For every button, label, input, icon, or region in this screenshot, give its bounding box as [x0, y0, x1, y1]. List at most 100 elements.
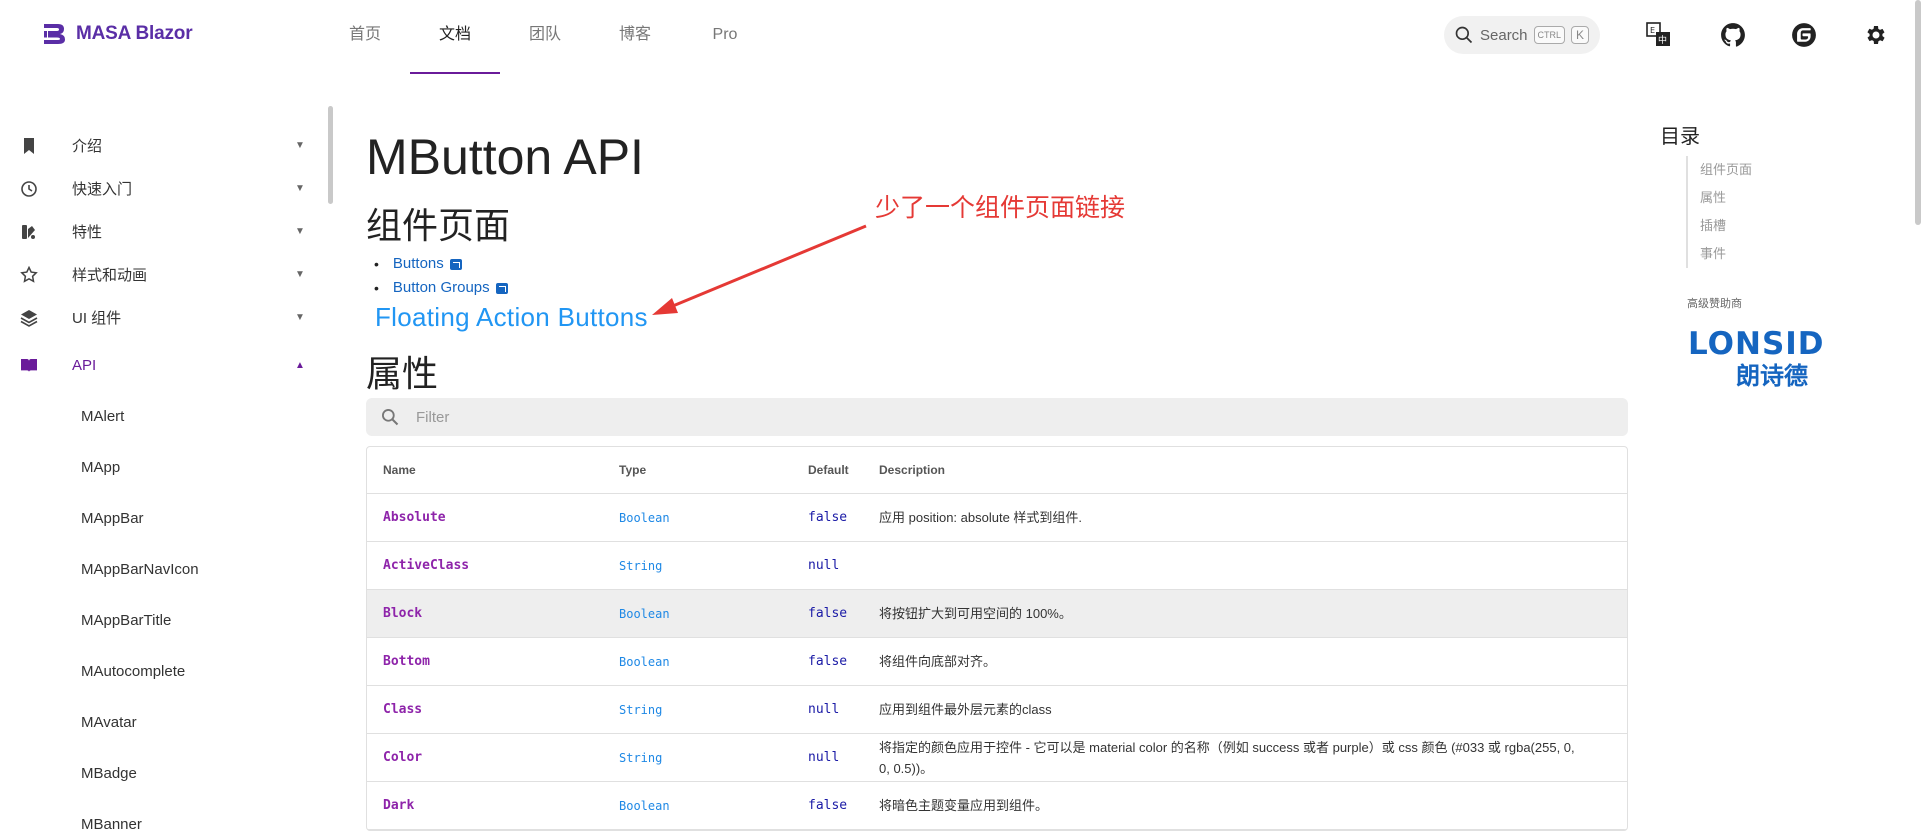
- prop-name: Block: [383, 606, 423, 621]
- main-nav: 首页 文档 团队 博客 Pro: [320, 0, 770, 76]
- link-button-groups[interactable]: Button Groups: [374, 276, 508, 300]
- external-link-icon: [495, 282, 508, 294]
- toc-item-slots[interactable]: 插槽: [1700, 212, 1752, 240]
- toc-item-events[interactable]: 事件: [1700, 240, 1752, 268]
- prop-name: Dark: [383, 798, 415, 813]
- chevron-down-icon: ▼: [295, 269, 305, 280]
- sidebar-subitem-mappbarnavicon[interactable]: MAppBarNavIcon: [0, 544, 330, 595]
- search-button[interactable]: Search CTRL K: [1444, 16, 1600, 54]
- header-description[interactable]: Description: [879, 463, 1627, 477]
- toc-item-props[interactable]: 属性: [1700, 184, 1752, 212]
- sidebar-item-label: 特性: [72, 224, 103, 241]
- sidebar-item-label: 样式和动画: [72, 267, 148, 284]
- sidebar-subitem-mbadge[interactable]: MBadge: [0, 748, 330, 799]
- prop-name: Color: [383, 750, 423, 765]
- table-row: ActiveClass String null: [367, 542, 1627, 590]
- prop-default: false: [808, 510, 848, 525]
- sidebar-item-intro[interactable]: 介绍 ▼: [0, 124, 330, 167]
- link-buttons[interactable]: Buttons: [374, 252, 508, 276]
- table-row: Bottom Boolean false 将组件向底部对齐。: [367, 638, 1627, 686]
- prop-name: Class: [383, 702, 423, 717]
- filter-input[interactable]: [416, 408, 1016, 426]
- sidebar-subitem-mbanner[interactable]: MBanner: [0, 799, 330, 837]
- search-icon: [1455, 26, 1473, 44]
- sidebar-subitem-mappbartitle[interactable]: MAppBarTitle: [0, 595, 330, 646]
- search-label: Search: [1480, 26, 1528, 44]
- nav-home[interactable]: 首页: [320, 0, 410, 74]
- sidebar-subitem-mappbar[interactable]: MAppBar: [0, 493, 330, 544]
- nav-docs[interactable]: 文档: [410, 0, 500, 74]
- nav-pro[interactable]: Pro: [680, 0, 770, 74]
- sidebar-subitem-mautocomplete[interactable]: MAutocomplete: [0, 646, 330, 697]
- prop-type: String: [619, 750, 663, 765]
- kbd-k: K: [1571, 26, 1590, 44]
- table-row: Block Boolean false 将按钮扩大到可用空间的 100%。: [367, 590, 1627, 638]
- table-row: Color String null 将指定的颜色应用于控件 - 它可以是 mat…: [367, 734, 1627, 782]
- layers-icon: [20, 309, 38, 327]
- sponsor-cn: 朗诗德: [1736, 362, 1808, 390]
- palette-icon: [22, 224, 35, 239]
- prop-type: Boolean: [619, 654, 670, 669]
- prop-type: Boolean: [619, 606, 670, 621]
- header-type[interactable]: Type: [619, 463, 808, 477]
- lonsid-logo-icon: LONSID 朗诗德: [1688, 326, 1825, 390]
- sidebar-subitem-mapp[interactable]: MApp: [0, 442, 330, 493]
- settings-icon[interactable]: [1860, 20, 1890, 50]
- nav-blog[interactable]: 博客: [590, 0, 680, 74]
- sidebar-item-styles[interactable]: 样式和动画 ▼: [0, 253, 330, 296]
- prop-description: 将按钮扩大到可用空间的 100%。: [879, 606, 1072, 621]
- translate-icon[interactable]: E中: [1644, 20, 1674, 50]
- chevron-up-icon: ▲: [295, 359, 305, 371]
- chevron-down-icon: ▼: [295, 140, 305, 151]
- gitee-icon[interactable]: [1789, 20, 1819, 50]
- top-app-bar: MASA Blazor 首页 文档 团队 博客 Pro Search CTRL …: [0, 0, 1921, 76]
- sponsor-name: LONSID: [1688, 326, 1825, 362]
- sidebar-scrollbar[interactable]: [328, 106, 333, 204]
- prop-description: 应用到组件最外层元素的class: [879, 702, 1052, 717]
- sidebar-subitem-mavatar[interactable]: MAvatar: [0, 697, 330, 748]
- search-icon: [382, 409, 399, 426]
- prop-description: 将指定的颜色应用于控件 - 它可以是 material color 的名称（例如…: [879, 739, 1575, 776]
- link-floating-action-buttons[interactable]: Floating Action Buttons: [375, 302, 648, 333]
- header-default[interactable]: Default: [808, 463, 879, 477]
- sidebar-item-ui-components[interactable]: UI 组件 ▼: [0, 296, 330, 339]
- table-row: Dark Boolean false 将暗色主题变量应用到组件。: [367, 782, 1627, 830]
- toc-list: 组件页面 属性 插槽 事件: [1686, 156, 1752, 268]
- link-label: Buttons: [392, 255, 444, 272]
- github-icon[interactable]: [1718, 20, 1748, 50]
- prop-name: Absolute: [383, 510, 446, 525]
- toc-title: 目录: [1660, 126, 1700, 148]
- masa-logo-icon: [44, 24, 65, 44]
- nav-team[interactable]: 团队: [500, 0, 590, 74]
- table-header: Name Type Default Description: [367, 447, 1627, 494]
- book-icon: [21, 359, 37, 372]
- chevron-down-icon: ▼: [295, 226, 305, 237]
- star-icon: [20, 265, 38, 283]
- sidebar-item-getting-started[interactable]: 快速入门 ▼: [0, 167, 330, 210]
- chevron-down-icon: ▼: [295, 312, 305, 323]
- sidebar-item-features[interactable]: 特性 ▼: [0, 210, 330, 253]
- prop-type: String: [619, 558, 663, 573]
- toc-item-pages[interactable]: 组件页面: [1700, 156, 1752, 184]
- sponsor-label: 高级赞助商: [1687, 298, 1742, 310]
- sidebar-item-api[interactable]: API ▲: [0, 339, 330, 391]
- table-of-contents: 目录 组件页面 属性 插槽 事件: [1660, 120, 1752, 268]
- logo[interactable]: MASA Blazor: [40, 20, 193, 48]
- sidebar-nav: 介绍 ▼ 快速入门 ▼ 特性 ▼ 样式和动画 ▼ UI 组件 ▼ API ▲ M…: [0, 124, 330, 837]
- prop-default: null: [808, 558, 840, 573]
- prop-name: ActiveClass: [383, 558, 470, 573]
- header-name[interactable]: Name: [367, 463, 619, 477]
- page-scrollbar[interactable]: [1915, 0, 1921, 225]
- component-page-links: Buttons Button Groups: [374, 252, 508, 300]
- sidebar-subitem-malert[interactable]: MAlert: [0, 391, 330, 442]
- prop-type: Boolean: [619, 798, 670, 813]
- prop-default: null: [808, 750, 840, 765]
- prop-description: 应用 position: absolute 样式到组件.: [879, 510, 1083, 525]
- prop-type: Boolean: [619, 510, 670, 525]
- svg-text:中: 中: [1658, 34, 1667, 46]
- prop-description: 将暗色主题变量应用到组件。: [879, 798, 1049, 813]
- sponsor-logo[interactable]: LONSID 朗诗德: [1686, 324, 1866, 395]
- sidebar-item-label: 快速入门: [72, 181, 133, 198]
- svg-text:E: E: [1650, 26, 1655, 35]
- prop-name: Bottom: [383, 654, 430, 669]
